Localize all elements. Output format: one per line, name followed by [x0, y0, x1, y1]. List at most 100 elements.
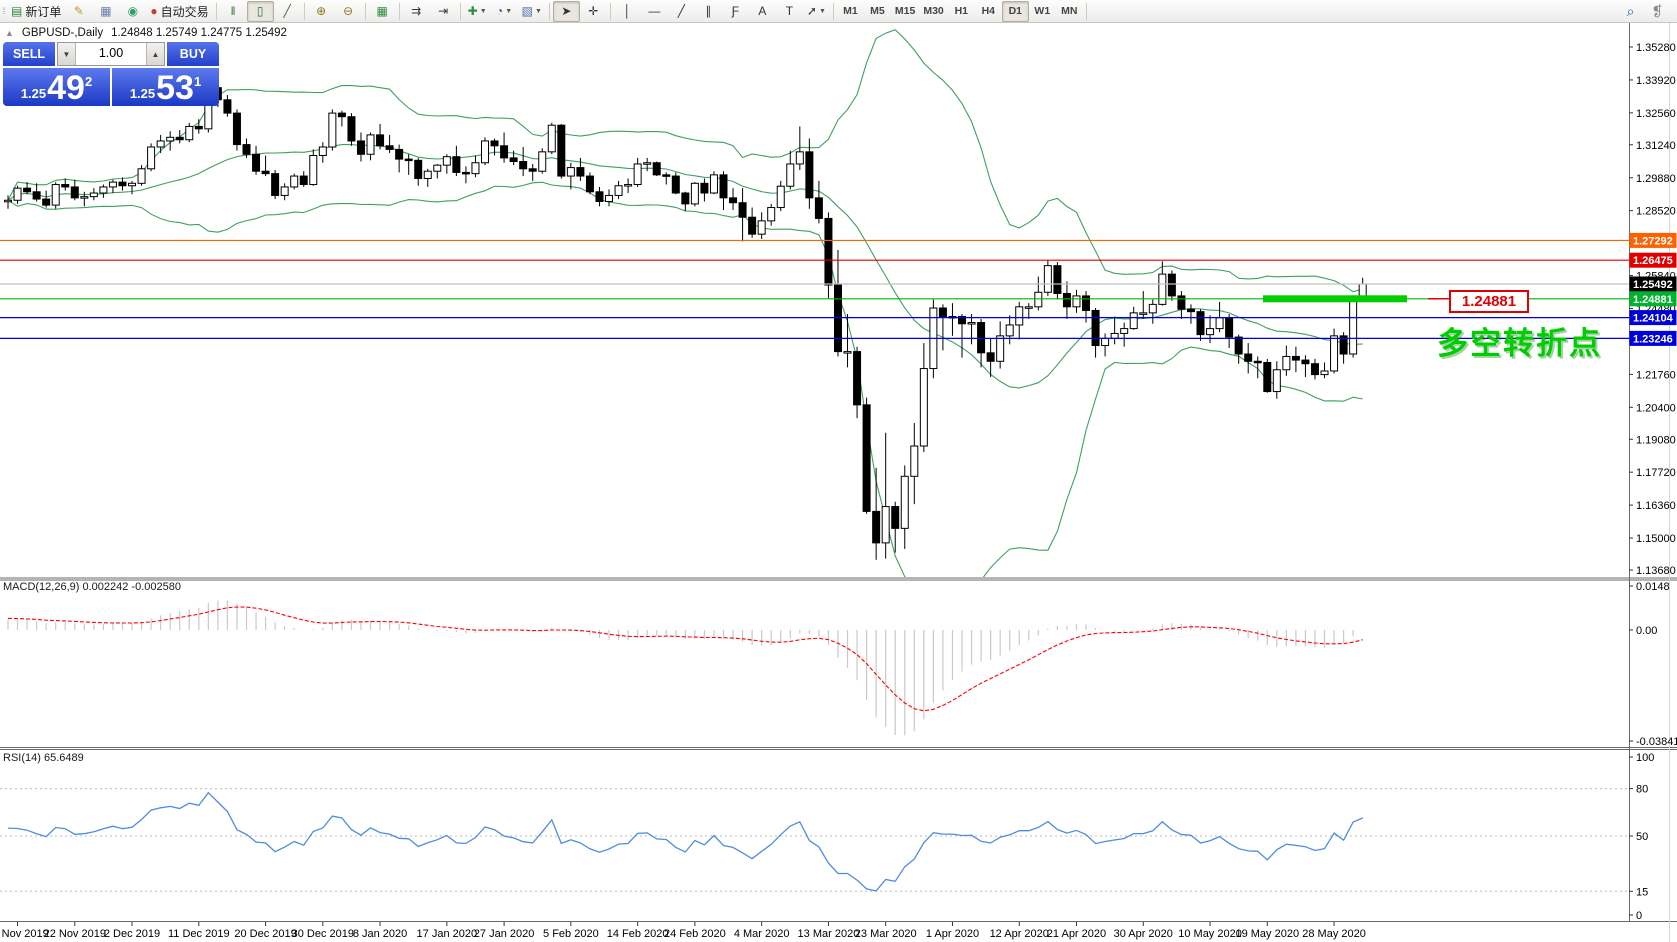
candle-body [271, 173, 280, 196]
volume-value[interactable]: 1.00 [76, 43, 146, 65]
candle-body [805, 151, 814, 199]
sell-price-big: 49 [47, 69, 85, 108]
search-icon[interactable]: ⌕ [1617, 1, 1644, 22]
bar-chart-icon[interactable]: ‖ [220, 1, 247, 22]
autotrade-button[interactable]: ● 自动交易 [146, 1, 212, 22]
macd-pane[interactable] [7, 600, 1364, 736]
candle-body [853, 351, 862, 406]
candle-body [1015, 306, 1024, 326]
zoom-out-icon[interactable]: ⊖ [335, 1, 362, 22]
fibonacci-icon[interactable]: Ƒ [722, 1, 749, 22]
candle-body [1244, 353, 1253, 362]
candle-body [108, 181, 117, 188]
trendline-icon[interactable]: ╱ [668, 1, 695, 22]
navigator-icon[interactable]: ◉ [119, 1, 146, 22]
vertical-line-icon[interactable]: │ [614, 1, 641, 22]
zoom-in-icon[interactable]: ⊕ [308, 1, 335, 22]
chevron-down-icon[interactable]: ▼ [480, 8, 487, 15]
crosshair-icon[interactable]: ✛ [580, 1, 607, 22]
channel-icon[interactable]: ∥ [695, 1, 722, 22]
feedback-icon[interactable]: ❡ [1644, 1, 1671, 22]
rsi-line [7, 791, 1363, 892]
macd-axis-label: 0.0148 [1636, 581, 1670, 593]
sell-price-base: 1.25 [20, 86, 47, 101]
candle-body [1301, 359, 1310, 365]
timeframe-d1-button[interactable]: D1 [1001, 0, 1029, 22]
sell-price-tile[interactable]: 1.25 49 2 [3, 68, 110, 106]
cursor-icon[interactable]: ➤ [552, 0, 580, 22]
candle-body [1196, 311, 1205, 336]
chart-shift-icon[interactable]: ⇥ [430, 1, 457, 22]
buy-button[interactable]: BUY [167, 42, 219, 66]
text-icon[interactable]: A [749, 1, 776, 22]
arrows-icon[interactable]: ➚ ▼ [803, 1, 830, 22]
horizontal-line-icon[interactable]: — [641, 1, 668, 22]
candle-body [748, 216, 757, 235]
date-axis-label: 22 Nov 2019 [44, 928, 106, 940]
price-pane[interactable] [0, 29, 1629, 595]
line-chart-icon: ╱ [283, 4, 291, 18]
candle-body [862, 404, 871, 512]
rsi-axis-label: 100 [1636, 752, 1654, 764]
chart-window-icon[interactable]: ▦ [92, 1, 119, 22]
label-icon[interactable]: T [776, 1, 803, 22]
timeframe-m30-button[interactable]: M30 [919, 1, 947, 22]
chevron-down-icon[interactable]: ▼ [819, 8, 826, 15]
candle-body [13, 187, 22, 201]
candle-body [490, 140, 499, 147]
candle-body [194, 125, 203, 130]
tile-windows-icon: ▦ [376, 4, 388, 18]
volume-decrement-button[interactable]: ▼ [58, 43, 76, 65]
turning-point-note[interactable]: 多空转折点 [1437, 318, 1602, 363]
indicators-icon[interactable]: ✚ ▼ [464, 1, 491, 22]
candle-body [986, 352, 995, 362]
periods-icon[interactable]: ◔ ▼ [491, 1, 518, 22]
timeframe-h1-button[interactable]: H1 [948, 1, 975, 22]
chevron-down-icon[interactable]: ▼ [535, 8, 542, 15]
sell-button[interactable]: SELL [3, 42, 55, 66]
price-axis-label: 1.16360 [1636, 500, 1676, 512]
candle-body [1129, 312, 1138, 330]
candle-body [643, 162, 652, 165]
candle-body [89, 192, 98, 198]
toolbar-grip[interactable]: ⁞⁞ [0, 6, 7, 16]
chevron-down-icon[interactable]: ▼ [505, 8, 512, 15]
timeframe-m1-button[interactable]: M1 [837, 1, 864, 22]
candle-body [872, 510, 881, 544]
price-badge-label: 1.26475 [1633, 255, 1673, 267]
new-order-button[interactable]: ▤ 新订单 [7, 1, 65, 22]
timeframe-m15-button[interactable]: M15 [891, 1, 919, 22]
candle-body [757, 220, 766, 235]
candle-body [585, 175, 594, 193]
tile-windows-icon[interactable]: ▦ [369, 1, 396, 22]
chart-canvas[interactable]: 1.35280 1.33920 1.32560 1.31240 1.29880 1.285… [0, 0, 1677, 942]
date-axis-label: 5 Feb 2020 [543, 928, 599, 940]
price-badge-label: 1.25492 [1633, 279, 1673, 291]
volume-increment-button[interactable]: ▲ [146, 43, 164, 65]
candle-body [662, 174, 671, 177]
templates-icon[interactable]: ▧ ▼ [518, 1, 546, 22]
timeframe-h4-button[interactable]: H4 [975, 1, 1002, 22]
candlestick-chart-icon[interactable]: ▯ [246, 0, 274, 22]
candle-body [767, 207, 776, 222]
timeframe-m5-button[interactable]: M5 [864, 1, 891, 22]
thick-trendline-segment[interactable] [1263, 295, 1407, 303]
rsi-pane[interactable] [0, 788, 1629, 892]
candle-body [1320, 370, 1329, 376]
candle-body [290, 175, 299, 188]
timeframe-w1-button[interactable]: W1 [1029, 1, 1056, 22]
buy-price-tile[interactable]: 1.25 53 1 [112, 68, 219, 106]
auto-scroll-icon[interactable]: ⇉ [403, 1, 430, 22]
date-axis-label: 27 Jan 2020 [474, 928, 535, 940]
candle-body [1110, 332, 1119, 339]
price-level-callout[interactable]: 1.24881 [1449, 290, 1529, 313]
highlighter-icon[interactable]: ✎ [65, 1, 92, 22]
macd-signal-line [7, 606, 1363, 712]
zoom-in-icon: ⊕ [316, 4, 327, 18]
date-axis-label: 1 Apr 2020 [926, 928, 979, 940]
date-axis-label: 21 Apr 2020 [1047, 928, 1106, 940]
date-axis-label: 14 Feb 2020 [607, 928, 669, 940]
candle-body [1349, 299, 1358, 355]
timeframe-mn-button[interactable]: MN [1056, 1, 1083, 22]
line-chart-icon[interactable]: ╱ [274, 1, 301, 22]
